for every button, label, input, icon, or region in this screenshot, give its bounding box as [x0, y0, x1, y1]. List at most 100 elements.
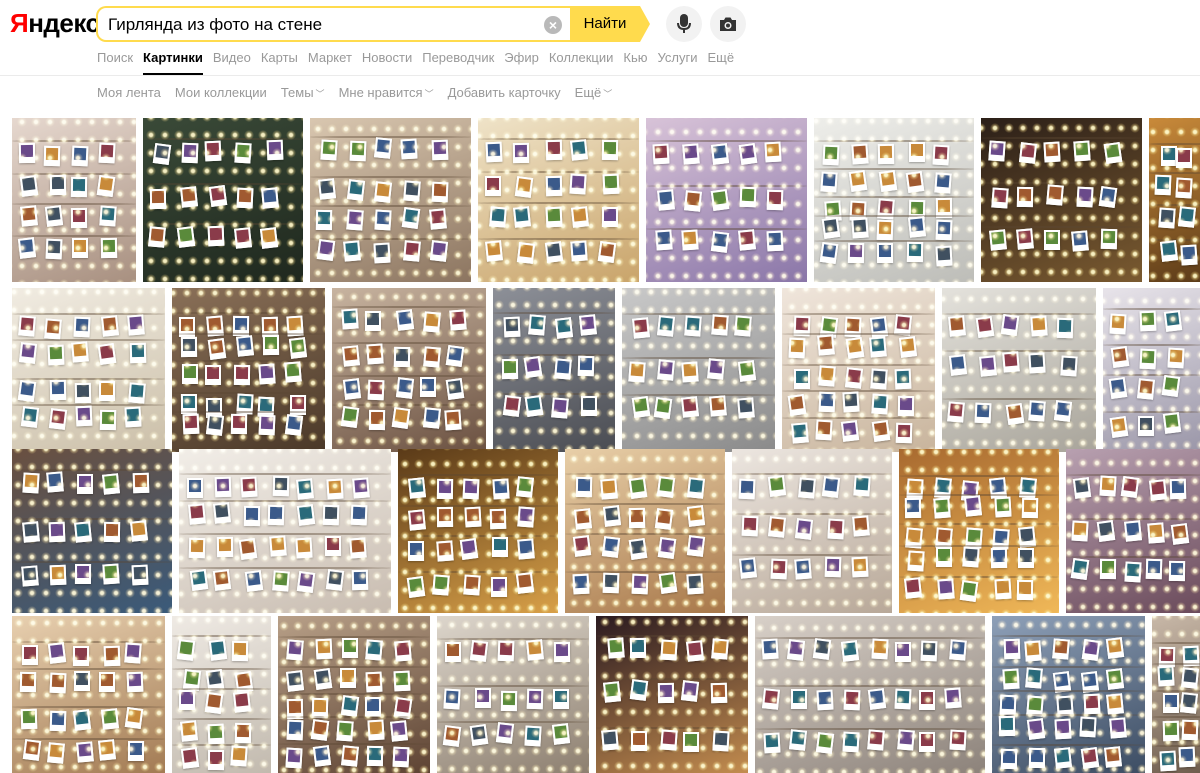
fairy-lights	[12, 118, 136, 282]
fairy-lights	[310, 118, 471, 282]
image-thumbnail[interactable]	[942, 288, 1096, 452]
image-thumbnail[interactable]	[981, 118, 1142, 282]
fairy-lights	[12, 616, 165, 773]
fairy-lights	[942, 288, 1096, 452]
tab-karty[interactable]: Карты	[261, 49, 298, 75]
yandex-logo[interactable]: Яндекс	[10, 8, 100, 39]
tab-uslugi[interactable]: Услуги	[658, 49, 698, 75]
image-row	[12, 449, 1200, 613]
fairy-lights	[622, 288, 775, 452]
image-thumbnail[interactable]	[1103, 288, 1200, 452]
fairy-lights	[814, 118, 974, 282]
service-tabs: Поиск Картинки Видео Карты Маркет Новост…	[97, 49, 744, 75]
image-thumbnail[interactable]	[1066, 449, 1200, 613]
fairy-lights	[596, 616, 748, 773]
subnav-my-collections[interactable]: Мои коллекции	[175, 85, 267, 100]
subnav-more[interactable]: Ещё ﹀	[575, 85, 613, 100]
fairy-lights	[1152, 616, 1200, 773]
image-thumbnail[interactable]	[172, 616, 271, 773]
search-input[interactable]	[108, 15, 528, 35]
image-thumbnail[interactable]	[398, 449, 558, 613]
logo-rest: ндекс	[28, 8, 100, 38]
image-thumbnail[interactable]	[310, 118, 471, 282]
tab-poisk[interactable]: Поиск	[97, 49, 133, 75]
image-thumbnail[interactable]	[493, 288, 615, 452]
image-row	[12, 616, 1200, 773]
fairy-lights	[1066, 449, 1200, 613]
fairy-lights	[899, 449, 1059, 613]
tab-kartinki[interactable]: Картинки	[143, 49, 203, 75]
fairy-lights	[332, 288, 486, 452]
fairy-lights	[478, 118, 639, 282]
image-row	[12, 118, 1200, 282]
image-row	[12, 288, 1200, 452]
camera-search-icon[interactable]	[710, 6, 746, 42]
image-thumbnail[interactable]	[12, 118, 136, 282]
image-thumbnail[interactable]	[782, 288, 935, 452]
image-thumbnail[interactable]	[565, 449, 725, 613]
fairy-lights	[12, 288, 165, 452]
image-thumbnail[interactable]	[12, 449, 172, 613]
image-thumbnail[interactable]	[332, 288, 486, 452]
fairy-lights	[1149, 118, 1200, 282]
image-thumbnail[interactable]	[437, 616, 589, 773]
fairy-lights	[143, 118, 303, 282]
chevron-down-icon: ﹀	[315, 89, 325, 99]
image-thumbnail[interactable]	[992, 616, 1145, 773]
clear-search-icon[interactable]: ×	[544, 16, 562, 34]
subnav-add-card[interactable]: Добавить карточку	[448, 85, 561, 100]
fairy-lights	[437, 616, 589, 773]
image-thumbnail[interactable]	[179, 449, 391, 613]
tab-eshche[interactable]: Ещё	[707, 49, 734, 75]
image-thumbnail[interactable]	[732, 449, 892, 613]
image-thumbnail[interactable]	[622, 288, 775, 452]
chevron-down-icon: ﹀	[603, 89, 613, 99]
search-button-arrow	[640, 6, 650, 42]
fairy-lights	[398, 449, 558, 613]
images-subnav: Моя лента Мои коллекции Темы ﹀ Мне нравит…	[97, 85, 626, 100]
microphone-icon[interactable]	[666, 6, 702, 42]
logo-first-letter: Я	[10, 8, 29, 38]
fairy-lights	[732, 449, 892, 613]
image-thumbnail[interactable]	[646, 118, 807, 282]
fairy-lights	[782, 288, 935, 452]
subnav-liked[interactable]: Мне нравится ﹀	[339, 85, 434, 100]
search-input-wrap: ×	[96, 6, 572, 42]
fairy-lights	[565, 449, 725, 613]
tab-video[interactable]: Видео	[213, 49, 251, 75]
tab-efir[interactable]: Эфир	[504, 49, 539, 75]
image-thumbnail[interactable]	[12, 288, 165, 452]
fairy-lights	[1103, 288, 1200, 452]
fairy-lights	[278, 616, 430, 773]
tab-kollektsii[interactable]: Коллекции	[549, 49, 614, 75]
fairy-lights	[981, 118, 1142, 282]
tab-kyu[interactable]: Кью	[623, 49, 647, 75]
fairy-lights	[646, 118, 807, 282]
fairy-lights	[992, 616, 1145, 773]
tab-market[interactable]: Маркет	[308, 49, 352, 75]
fairy-lights	[493, 288, 615, 452]
search-box: × Найти	[96, 6, 652, 42]
fairy-lights	[172, 288, 325, 452]
search-button[interactable]: Найти	[570, 6, 640, 42]
subnav-my-feed[interactable]: Моя лента	[97, 85, 161, 100]
fairy-lights	[12, 449, 172, 613]
image-thumbnail[interactable]	[899, 449, 1059, 613]
image-thumbnail[interactable]	[172, 288, 325, 452]
image-thumbnail[interactable]	[143, 118, 303, 282]
image-thumbnail[interactable]	[1149, 118, 1200, 282]
fairy-lights	[172, 616, 271, 773]
chevron-down-icon: ﹀	[424, 89, 434, 99]
image-thumbnail[interactable]	[814, 118, 974, 282]
image-results-grid	[12, 118, 1200, 773]
image-thumbnail[interactable]	[1152, 616, 1200, 773]
tab-novosti[interactable]: Новости	[362, 49, 412, 75]
header-divider	[0, 75, 1200, 76]
image-thumbnail[interactable]	[12, 616, 165, 773]
image-thumbnail[interactable]	[478, 118, 639, 282]
image-thumbnail[interactable]	[755, 616, 985, 773]
image-thumbnail[interactable]	[596, 616, 748, 773]
subnav-themes[interactable]: Темы ﹀	[281, 85, 325, 100]
tab-perevodchik[interactable]: Переводчик	[422, 49, 494, 75]
image-thumbnail[interactable]	[278, 616, 430, 773]
